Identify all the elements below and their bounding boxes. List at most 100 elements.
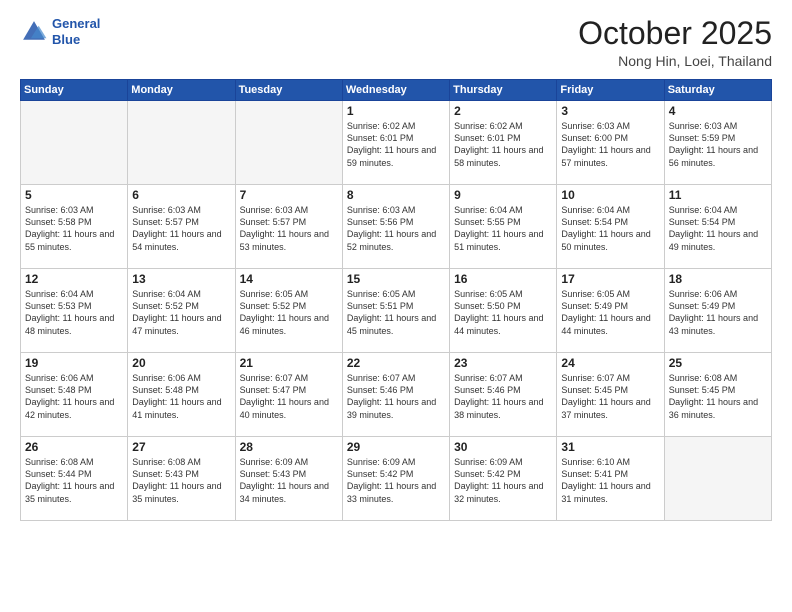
calendar-cell: 18Sunrise: 6:06 AMSunset: 5:49 PMDayligh…	[664, 269, 771, 353]
cell-info: Sunrise: 6:10 AMSunset: 5:41 PMDaylight:…	[561, 457, 650, 503]
calendar-cell: 10 Sunrise: 6:04 AMSunset: 5:54 PMDayligh…	[557, 185, 664, 269]
weekday-monday: Monday	[128, 80, 235, 101]
weekday-tuesday: Tuesday	[235, 80, 342, 101]
cell-info: Sunrise: 6:06 AMSunset: 5:48 PMDaylight:…	[25, 373, 114, 419]
calendar-cell: 14 Sunrise: 6:05 AMSunset: 5:52 PMDayligh…	[235, 269, 342, 353]
cell-info: Sunrise: 6:07 AMSunset: 5:47 PMDaylight:…	[240, 373, 329, 419]
week-row-0: 1 Sunrise: 6:02 AMSunset: 6:01 PMDaylight…	[21, 101, 772, 185]
weekday-thursday: Thursday	[450, 80, 557, 101]
day-number: 25	[669, 356, 767, 370]
calendar-cell: 21 Sunrise: 6:07 AMSunset: 5:47 PMDayligh…	[235, 353, 342, 437]
logo-line2: Blue	[52, 32, 80, 47]
day-number: 1	[347, 104, 445, 118]
day-number: 20	[132, 356, 230, 370]
day-number: 22	[347, 356, 445, 370]
title-block: October 2025 Nong Hin, Loei, Thailand	[578, 16, 772, 69]
calendar-cell: 7Sunrise: 6:03 AMSunset: 5:57 PMDaylight…	[235, 185, 342, 269]
calendar-cell: 3 Sunrise: 6:03 AMSunset: 6:00 PMDaylight…	[557, 101, 664, 185]
calendar-cell: 12 Sunrise: 6:04 AMSunset: 5:53 PMDayligh…	[21, 269, 128, 353]
cell-info: Sunrise: 6:09 AMSunset: 5:43 PMDaylight:…	[240, 457, 329, 503]
cell-info: Sunrise: 6:04 AMSunset: 5:52 PMDaylight:…	[132, 289, 221, 335]
page: General Blue October 2025 Nong Hin, Loei…	[0, 0, 792, 612]
day-number: 16	[454, 272, 552, 286]
logo: General Blue	[20, 16, 100, 47]
calendar-cell: 16 Sunrise: 6:05 AMSunset: 5:50 PMDayligh…	[450, 269, 557, 353]
cell-info: Sunrise: 6:05 AMSunset: 5:52 PMDaylight:…	[240, 289, 329, 335]
day-number: 2	[454, 104, 552, 118]
calendar-cell: 17Sunrise: 6:05 AMSunset: 5:49 PMDayligh…	[557, 269, 664, 353]
cell-info: Sunrise: 6:04 AMSunset: 5:55 PMDaylight:…	[454, 205, 543, 251]
cell-info: Sunrise: 6:06 AMSunset: 5:48 PMDaylight:…	[132, 373, 221, 419]
cell-info: Sunrise: 6:04 AMSunset: 5:53 PMDaylight:…	[25, 289, 114, 335]
calendar-cell: 25Sunrise: 6:08 AMSunset: 5:45 PMDayligh…	[664, 353, 771, 437]
header: General Blue October 2025 Nong Hin, Loei…	[20, 16, 772, 69]
cell-info: Sunrise: 6:02 AMSunset: 6:01 PMDaylight:…	[347, 121, 436, 167]
calendar-cell: 20 Sunrise: 6:06 AMSunset: 5:48 PMDayligh…	[128, 353, 235, 437]
calendar-cell: 19 Sunrise: 6:06 AMSunset: 5:48 PMDayligh…	[21, 353, 128, 437]
week-row-4: 26Sunrise: 6:08 AMSunset: 5:44 PMDayligh…	[21, 437, 772, 521]
day-number: 6	[132, 188, 230, 202]
calendar-cell: 28Sunrise: 6:09 AMSunset: 5:43 PMDayligh…	[235, 437, 342, 521]
cell-info: Sunrise: 6:03 AMSunset: 6:00 PMDaylight:…	[561, 121, 650, 167]
cell-info: Sunrise: 6:04 AMSunset: 5:54 PMDaylight:…	[669, 205, 758, 251]
day-number: 9	[454, 188, 552, 202]
weekday-saturday: Saturday	[664, 80, 771, 101]
cell-info: Sunrise: 6:03 AMSunset: 5:56 PMDaylight:…	[347, 205, 436, 251]
calendar-cell: 1 Sunrise: 6:02 AMSunset: 6:01 PMDaylight…	[342, 101, 449, 185]
calendar: SundayMondayTuesdayWednesdayThursdayFrid…	[20, 79, 772, 521]
day-number: 15	[347, 272, 445, 286]
calendar-cell: 4 Sunrise: 6:03 AMSunset: 5:59 PMDaylight…	[664, 101, 771, 185]
cell-info: Sunrise: 6:02 AMSunset: 6:01 PMDaylight:…	[454, 121, 543, 167]
location-title: Nong Hin, Loei, Thailand	[578, 53, 772, 69]
cell-info: Sunrise: 6:05 AMSunset: 5:50 PMDaylight:…	[454, 289, 543, 335]
week-row-1: 5Sunrise: 6:03 AMSunset: 5:58 PMDaylight…	[21, 185, 772, 269]
cell-info: Sunrise: 6:03 AMSunset: 5:57 PMDaylight:…	[240, 205, 329, 251]
calendar-cell: 13 Sunrise: 6:04 AMSunset: 5:52 PMDayligh…	[128, 269, 235, 353]
day-number: 21	[240, 356, 338, 370]
calendar-cell	[128, 101, 235, 185]
calendar-cell: 2 Sunrise: 6:02 AMSunset: 6:01 PMDaylight…	[450, 101, 557, 185]
weekday-friday: Friday	[557, 80, 664, 101]
cell-info: Sunrise: 6:08 AMSunset: 5:44 PMDaylight:…	[25, 457, 114, 503]
calendar-cell: 6Sunrise: 6:03 AMSunset: 5:57 PMDaylight…	[128, 185, 235, 269]
cell-info: Sunrise: 6:05 AMSunset: 5:51 PMDaylight:…	[347, 289, 436, 335]
calendar-cell	[235, 101, 342, 185]
weekday-sunday: Sunday	[21, 80, 128, 101]
cell-info: Sunrise: 6:09 AMSunset: 5:42 PMDaylight:…	[347, 457, 436, 503]
logo-icon	[20, 18, 48, 46]
day-number: 23	[454, 356, 552, 370]
calendar-cell: 29 Sunrise: 6:09 AMSunset: 5:42 PMDayligh…	[342, 437, 449, 521]
cell-info: Sunrise: 6:03 AMSunset: 5:59 PMDaylight:…	[669, 121, 758, 167]
calendar-cell	[664, 437, 771, 521]
calendar-cell: 26Sunrise: 6:08 AMSunset: 5:44 PMDayligh…	[21, 437, 128, 521]
cell-info: Sunrise: 6:07 AMSunset: 5:46 PMDaylight:…	[454, 373, 543, 419]
cell-info: Sunrise: 6:06 AMSunset: 5:49 PMDaylight:…	[669, 289, 758, 335]
day-number: 14	[240, 272, 338, 286]
cell-info: Sunrise: 6:09 AMSunset: 5:42 PMDaylight:…	[454, 457, 543, 503]
day-number: 3	[561, 104, 659, 118]
weekday-wednesday: Wednesday	[342, 80, 449, 101]
cell-info: Sunrise: 6:04 AMSunset: 5:54 PMDaylight:…	[561, 205, 650, 251]
calendar-cell: 9 Sunrise: 6:04 AMSunset: 5:55 PMDaylight…	[450, 185, 557, 269]
day-number: 17	[561, 272, 659, 286]
day-number: 10	[561, 188, 659, 202]
day-number: 19	[25, 356, 123, 370]
calendar-cell: 8 Sunrise: 6:03 AMSunset: 5:56 PMDaylight…	[342, 185, 449, 269]
day-number: 24	[561, 356, 659, 370]
day-number: 8	[347, 188, 445, 202]
weekday-header-row: SundayMondayTuesdayWednesdayThursdayFrid…	[21, 80, 772, 101]
calendar-cell	[21, 101, 128, 185]
day-number: 30	[454, 440, 552, 454]
day-number: 29	[347, 440, 445, 454]
week-row-3: 19 Sunrise: 6:06 AMSunset: 5:48 PMDayligh…	[21, 353, 772, 437]
day-number: 4	[669, 104, 767, 118]
cell-info: Sunrise: 6:07 AMSunset: 5:45 PMDaylight:…	[561, 373, 650, 419]
day-number: 12	[25, 272, 123, 286]
calendar-cell: 23 Sunrise: 6:07 AMSunset: 5:46 PMDayligh…	[450, 353, 557, 437]
day-number: 27	[132, 440, 230, 454]
calendar-cell: 24 Sunrise: 6:07 AMSunset: 5:45 PMDayligh…	[557, 353, 664, 437]
day-number: 11	[669, 188, 767, 202]
calendar-cell: 5Sunrise: 6:03 AMSunset: 5:58 PMDaylight…	[21, 185, 128, 269]
day-number: 13	[132, 272, 230, 286]
calendar-cell: 15 Sunrise: 6:05 AMSunset: 5:51 PMDayligh…	[342, 269, 449, 353]
